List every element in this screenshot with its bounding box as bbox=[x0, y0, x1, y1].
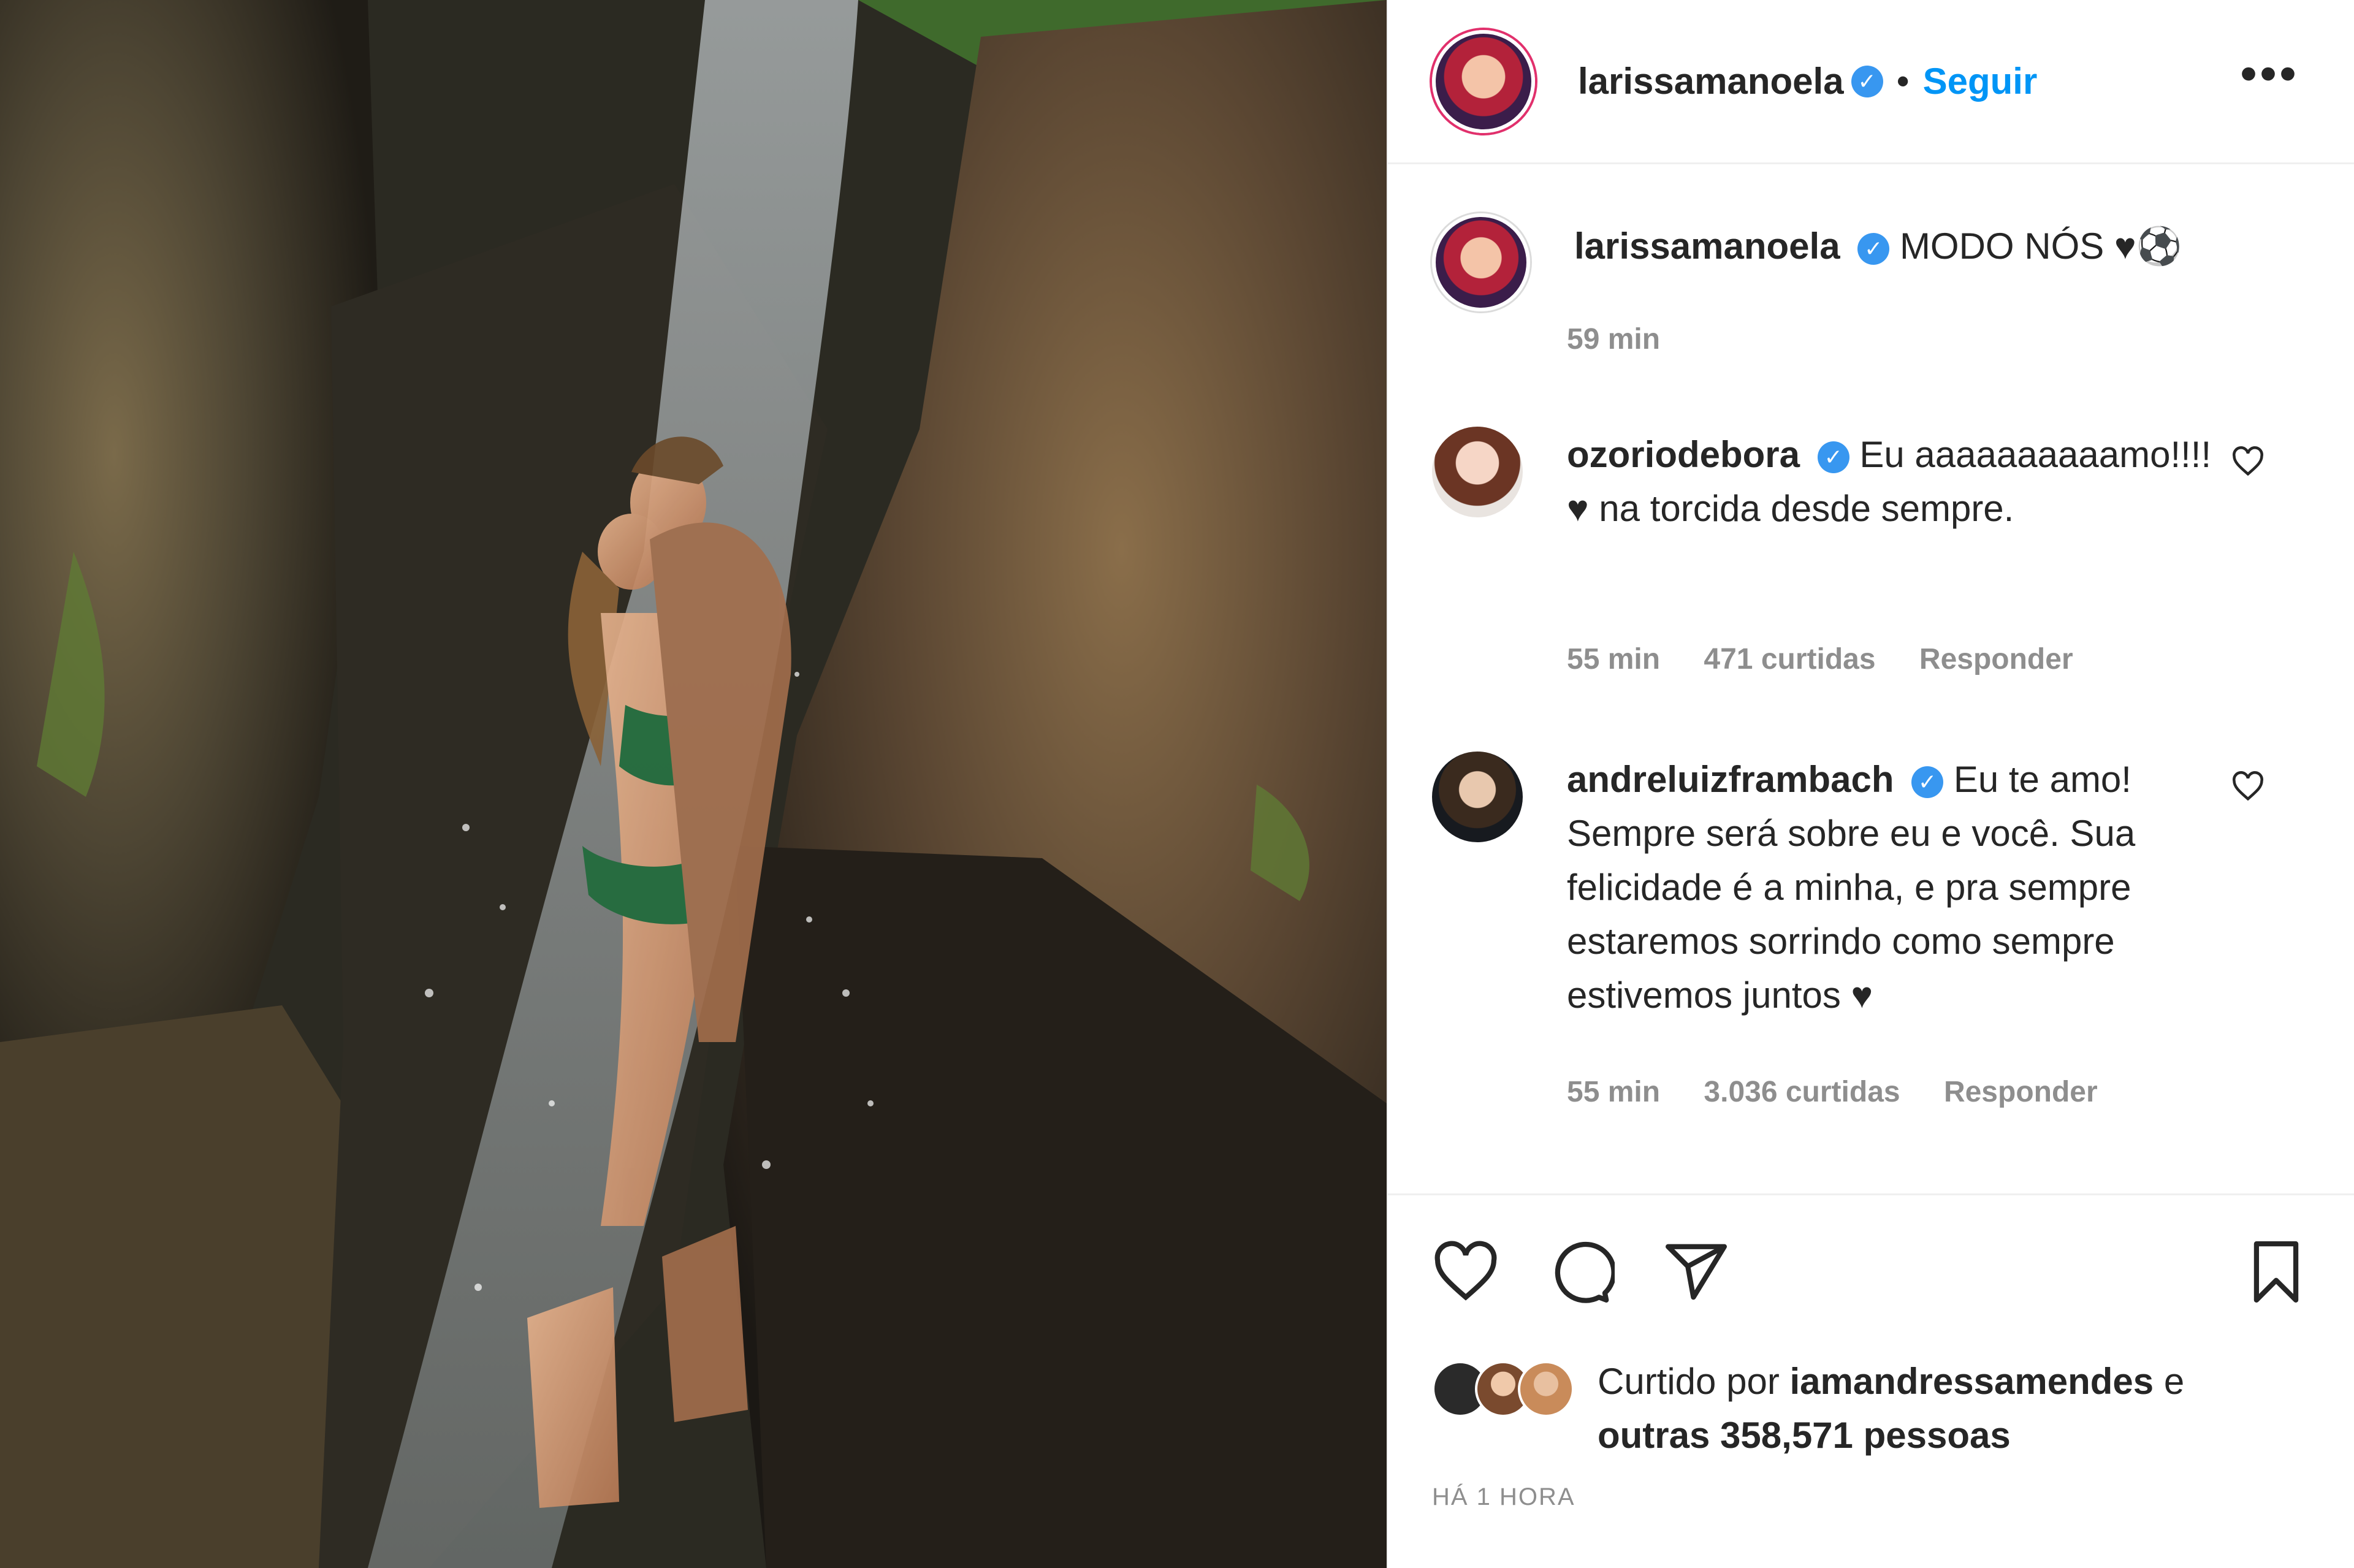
comment-row: ozoriodebora ✓ Eu aaaaaaaaaamo!!!! ♥ na … bbox=[1432, 427, 2310, 536]
author-username[interactable]: larissamanoela bbox=[1578, 60, 1844, 102]
comment-time: 55 min bbox=[1567, 1076, 1661, 1108]
liked-by-user[interactable]: iamandressamendes bbox=[1789, 1361, 2154, 1402]
post-timestamp: HÁ 1 HORA bbox=[1432, 1483, 1575, 1510]
waterfall-photo bbox=[0, 0, 1387, 1568]
bookmark-icon[interactable] bbox=[2242, 1238, 2310, 1306]
caption-row: larissamanoela ✓ MODO NÓS ♥⚽ bbox=[1432, 213, 2310, 311]
post-sidebar: larissamanoela ✓ • Seguir ••• larissaman… bbox=[1387, 0, 2354, 1568]
separator-dot: • bbox=[1896, 61, 1910, 102]
post-photo[interactable] bbox=[0, 0, 1387, 1568]
post-header: larissamanoela ✓ • Seguir ••• bbox=[1388, 0, 2354, 164]
share-icon[interactable] bbox=[1663, 1238, 1730, 1306]
verified-badge-icon: ✓ bbox=[1851, 65, 1883, 97]
more-options-icon[interactable]: ••• bbox=[2240, 49, 2299, 98]
liked-by-text: Curtido por iamandressamendes e outras 3… bbox=[1598, 1355, 2184, 1463]
comment-likes[interactable]: 3.036 curtidas bbox=[1704, 1076, 1900, 1108]
comment-text-block: ozoriodebora ✓ Eu aaaaaaaaaamo!!!! ♥ na … bbox=[1567, 428, 2217, 536]
comment-likes[interactable]: 471 curtidas bbox=[1704, 643, 1875, 676]
reply-button[interactable]: Responder bbox=[1944, 1076, 2098, 1108]
liker-avatars[interactable] bbox=[1432, 1355, 1585, 1417]
verified-badge-icon: ✓ bbox=[1817, 441, 1849, 474]
verified-badge-icon: ✓ bbox=[1911, 766, 1944, 799]
liked-by-row: Curtido por iamandressamendes e outras 3… bbox=[1432, 1355, 2184, 1463]
comment-meta: 55 min 3.036 curtidas Responder bbox=[1567, 1075, 2133, 1109]
verified-badge-icon: ✓ bbox=[1857, 233, 1890, 265]
author-info: larissamanoela ✓ • Seguir bbox=[1578, 60, 2037, 102]
caption-username[interactable]: larissamanoela bbox=[1574, 226, 1840, 267]
liked-by-prefix: Curtido por bbox=[1598, 1361, 1780, 1402]
caption-text: MODO NÓS ♥⚽ bbox=[1899, 226, 2182, 267]
liker-avatar bbox=[1518, 1361, 1574, 1417]
caption-time: 59 min bbox=[1567, 323, 1661, 356]
comment-like-heart-icon[interactable] bbox=[2231, 770, 2264, 803]
comment-time: 55 min bbox=[1567, 643, 1661, 676]
commenter-avatar[interactable] bbox=[1432, 427, 1523, 517]
liked-by-others[interactable]: outras 358,571 pessoas bbox=[1598, 1415, 2011, 1456]
comment-like-heart-icon[interactable] bbox=[2231, 445, 2264, 478]
author-avatar[interactable] bbox=[1432, 29, 1535, 133]
caption-meta: 59 min bbox=[1567, 322, 1696, 356]
comment-row: andreluizframbach ✓ Eu te amo! Sempre se… bbox=[1432, 752, 2310, 1022]
follow-button[interactable]: Seguir bbox=[1923, 60, 2038, 102]
heart-icon[interactable] bbox=[1432, 1238, 1499, 1306]
action-bar bbox=[1432, 1238, 2310, 1312]
liked-by-connector: e bbox=[2163, 1361, 2185, 1402]
caption-avatar[interactable] bbox=[1432, 213, 1530, 311]
commenter-username[interactable]: ozoriodebora bbox=[1567, 434, 1800, 475]
commenter-avatar[interactable] bbox=[1432, 752, 1523, 842]
commenter-username[interactable]: andreluizframbach bbox=[1567, 759, 1894, 800]
comments-section: larissamanoela ✓ MODO NÓS ♥⚽ 59 min ozor… bbox=[1388, 164, 2354, 1195]
comment-text-block: andreluizframbach ✓ Eu te amo! Sempre se… bbox=[1567, 753, 2217, 1022]
comment-meta: 55 min 471 curtidas Responder bbox=[1567, 642, 2109, 676]
comment-icon[interactable] bbox=[1547, 1238, 1615, 1306]
caption-text-block: larissamanoela ✓ MODO NÓS ♥⚽ bbox=[1574, 219, 2224, 311]
instagram-post: larissamanoela ✓ • Seguir ••• larissaman… bbox=[0, 0, 2354, 1568]
reply-button[interactable]: Responder bbox=[1919, 643, 2073, 676]
